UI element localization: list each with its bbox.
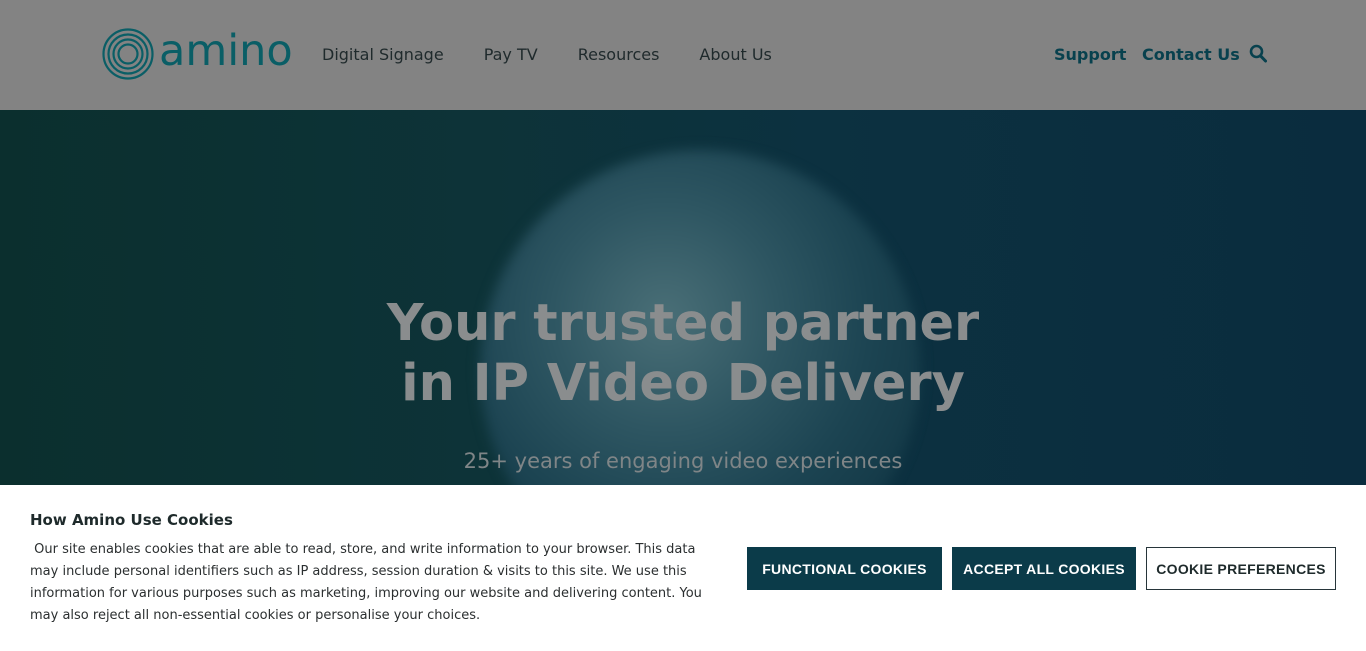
cookie-preferences-button[interactable]: COOKIE PREFERENCES	[1146, 547, 1336, 590]
nav-item-resources[interactable]: Resources	[578, 44, 660, 66]
amino-logo[interactable]: amino	[102, 26, 293, 80]
nav-item-about-us[interactable]: About Us	[699, 44, 771, 66]
site-header: amino Digital Signage Pay TV Resources A…	[0, 0, 1366, 110]
hero-subtitle: 25+ years of engaging video experiences	[463, 449, 903, 473]
logo-wordmark: amino	[159, 26, 293, 76]
amino-logo-icon	[102, 28, 154, 80]
nav-item-digital-signage[interactable]: Digital Signage	[322, 44, 444, 66]
search-icon[interactable]	[1249, 44, 1267, 68]
functional-cookies-button[interactable]: FUNCTIONAL COOKIES	[747, 547, 942, 590]
cookie-banner-text: Our site enables cookies that are able t…	[30, 542, 707, 623]
hero-title-line-1: Your trusted partner	[386, 294, 980, 353]
cookie-banner-title: How Amino Use Cookies	[30, 511, 233, 529]
nav-item-pay-tv[interactable]: Pay TV	[484, 44, 538, 66]
hero-title-line-2: in IP Video Delivery	[401, 354, 965, 413]
contact-us-link[interactable]: Contact Us	[1142, 44, 1240, 66]
hero-section: Your trusted partner in IP Video Deliver…	[0, 110, 1366, 485]
hero-title: Your trusted partner in IP Video Deliver…	[0, 294, 1366, 414]
support-link[interactable]: Support	[1054, 44, 1126, 66]
accept-all-cookies-button[interactable]: ACCEPT ALL COOKIES	[952, 547, 1136, 590]
cookie-banner: How Amino Use Cookies Our site enables c…	[0, 485, 1366, 651]
main-nav: Digital Signage Pay TV Resources About U…	[322, 44, 812, 66]
